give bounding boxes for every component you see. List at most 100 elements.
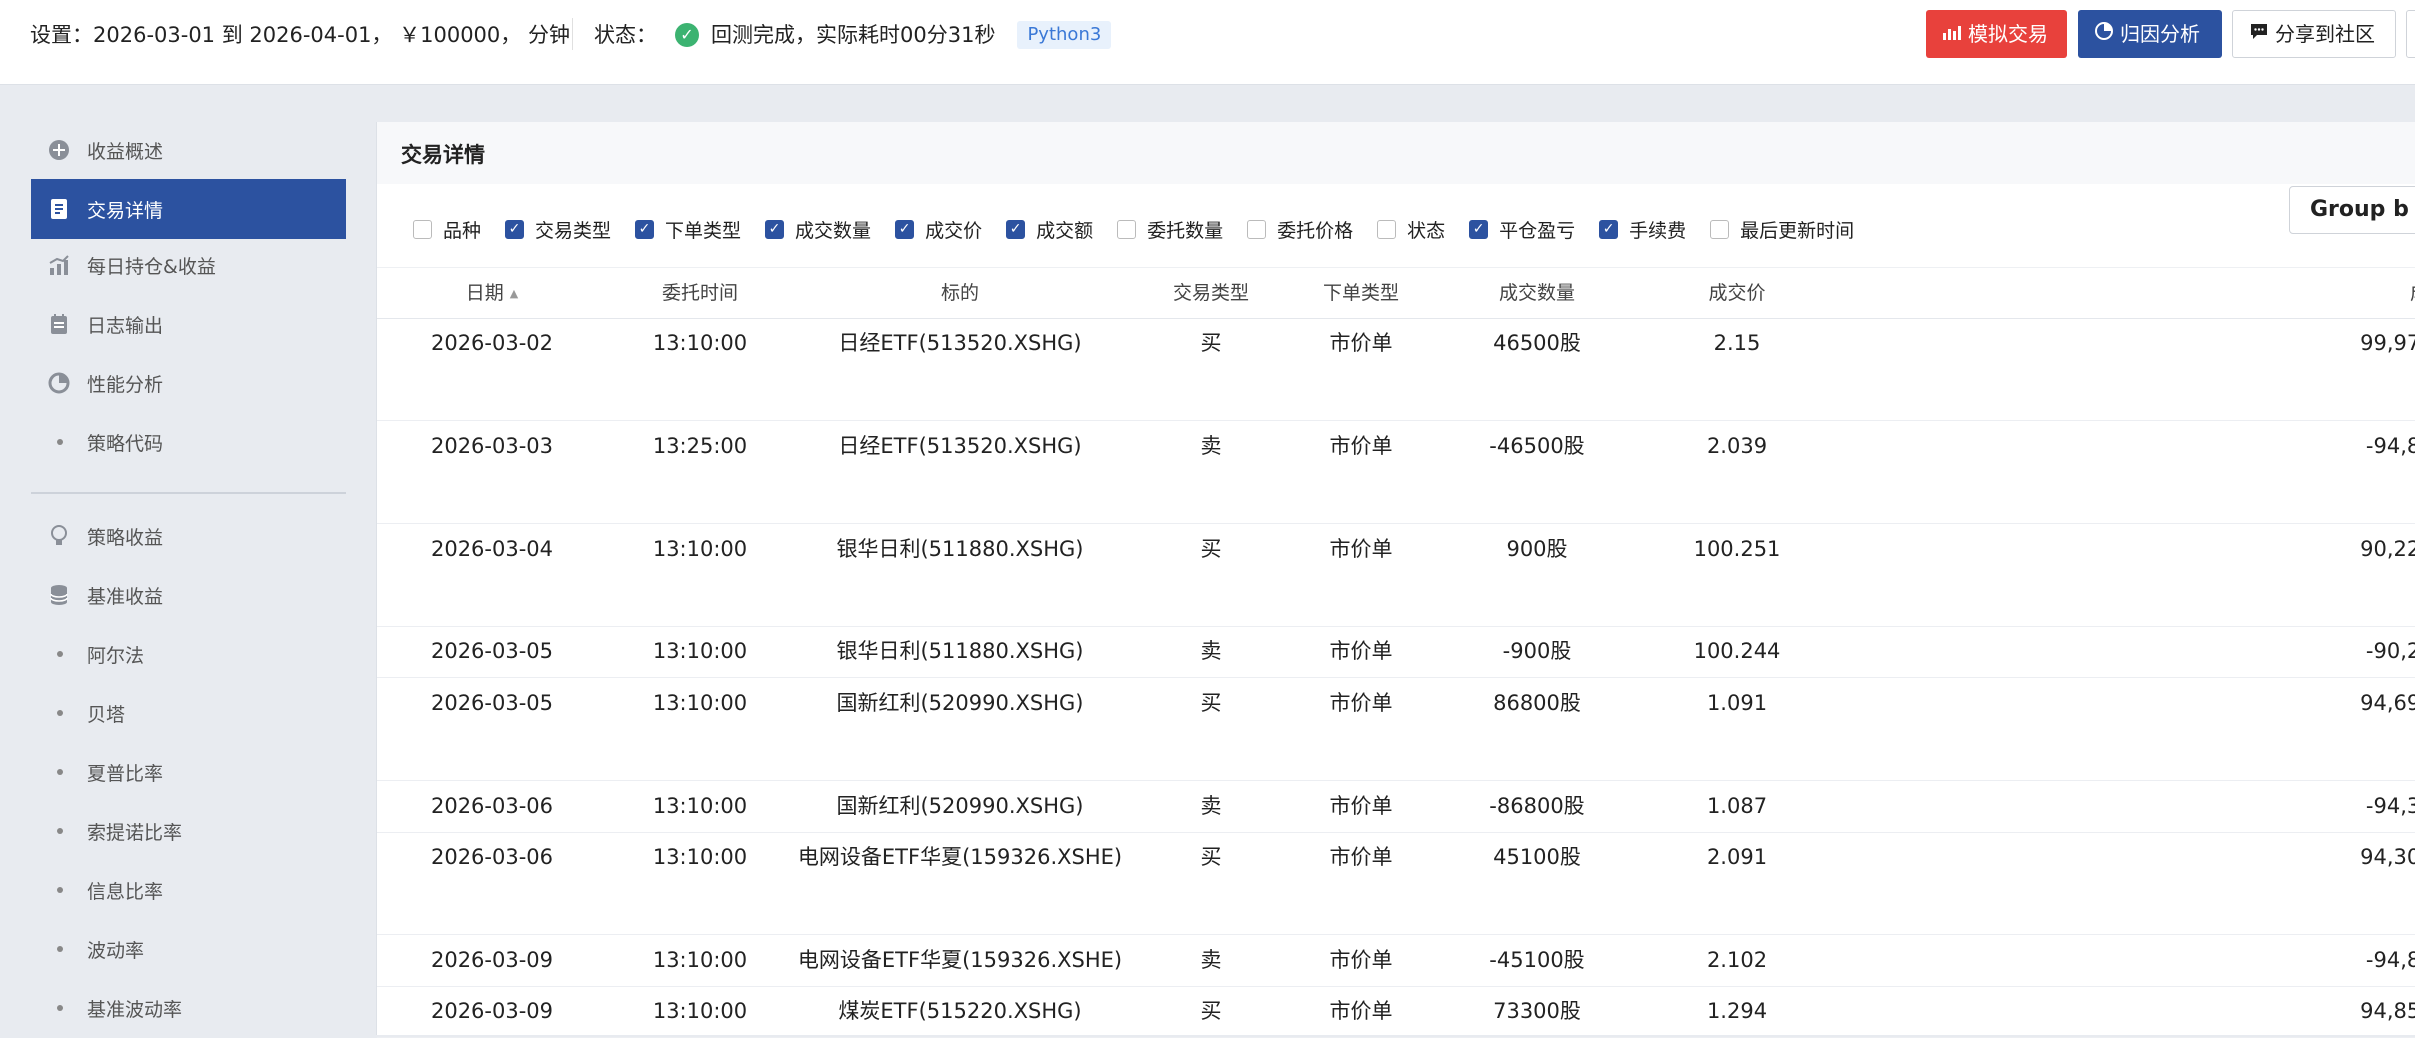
cell-order-type: 市价单 — [1329, 331, 1393, 355]
filter-label: 品种 — [443, 219, 482, 242]
filter-checkbox[interactable]: 品种 — [413, 216, 481, 243]
trade-details-panel: 交易详情 Group b 品种 ✓ 交易类型 ✓ 下单类型 ✓ 成交数量 ✓ 成交价 ✓ 成交额 委托… — [376, 122, 2415, 1038]
group-by-button[interactable]: Group b — [2289, 186, 2415, 234]
filter-checkbox[interactable]: 最后更新时间 — [1710, 216, 1854, 243]
bullet-icon — [57, 651, 63, 657]
column-header-symbol[interactable]: 标的 — [793, 268, 1127, 318]
table-row[interactable]: 2026-03-06 13:10:00 国新红利(520990.XSHG) 卖 市价单 -… — [377, 781, 2415, 833]
table-row[interactable]: 2026-03-09 13:10:00 煤炭ETF(515220.XSHG) 买 市价单… — [377, 986, 2415, 1038]
sidebar-item-strategy-return[interactable]: 策略收益 — [31, 506, 346, 566]
bullet-icon — [57, 439, 63, 445]
checkbox-checked-icon[interactable]: ✓ — [1469, 219, 1489, 239]
cell-trade-type: 买 — [1200, 331, 1222, 355]
filter-checkbox[interactable]: ✓ 成交额 — [1006, 216, 1093, 243]
filter-label: 平仓盈亏 — [1499, 219, 1576, 242]
checkbox-checked-icon[interactable]: ✓ — [1006, 219, 1026, 239]
table-row[interactable]: 2026-03-09 13:10:00 电网设备ETF华夏(159326.XSHE)… — [377, 935, 2415, 987]
cell-order-type: 市价单 — [1329, 639, 1393, 664]
column-header-trade-type[interactable]: 交易类型 — [1127, 268, 1295, 318]
simulate-trade-button[interactable]: 模拟交易 — [1926, 10, 2067, 58]
sidebar-item-information-ratio[interactable]: 信息比率 — [31, 860, 346, 920]
checkbox-unchecked-icon[interactable] — [1377, 219, 1397, 239]
filter-checkbox[interactable]: ✓ 成交数量 — [765, 216, 871, 243]
sidebar-divider — [31, 492, 346, 494]
cell-trade-type: 买 — [1200, 536, 1222, 561]
cell-time: 13:25:00 — [652, 433, 748, 458]
cell-trade-type: 卖 — [1200, 639, 1222, 664]
checkbox-checked-icon[interactable]: ✓ — [765, 219, 785, 239]
table-row[interactable]: 2026-03-04 13:10:00 银华日利(511880.XSHG) 买 市价单 9… — [377, 524, 2415, 576]
table-row[interactable]: 2026-03-03 13:25:00 日经ETF(513520.XSHG) 卖 市价单… — [377, 421, 2415, 473]
sidebar-item-return-overview[interactable]: 收益概述 — [31, 120, 346, 180]
sidebar-item-alpha[interactable]: 阿尔法 — [31, 624, 346, 684]
sidebar-item-strategy-code[interactable]: 策略代码 — [31, 412, 346, 472]
checkbox-unchecked-icon[interactable] — [413, 219, 432, 239]
sidebar-item-label: 每日持仓&收益 — [87, 255, 216, 278]
checkbox-unchecked-icon[interactable] — [1247, 219, 1267, 239]
filter-checkbox[interactable]: 委托价格 — [1247, 216, 1353, 243]
column-header-time[interactable]: 委托时间 — [607, 268, 793, 318]
cell-symbol: 银华日利(511880.XSHG) — [836, 536, 1084, 561]
cell-price: 100.244 — [1693, 639, 1781, 664]
sidebar-item-sortino[interactable]: 索提诺比率 — [31, 801, 346, 861]
bullet-icon — [57, 769, 63, 775]
column-header-date[interactable]: 日期 ▲ — [377, 268, 607, 318]
more-button[interactable] — [2406, 10, 2415, 58]
checkbox-unchecked-icon[interactable] — [1117, 219, 1137, 239]
filter-label: 委托价格 — [1277, 219, 1354, 242]
checkbox-checked-icon[interactable]: ✓ — [635, 219, 655, 239]
sidebar-item-beta[interactable]: 贝塔 — [31, 683, 346, 743]
checkbox-checked-icon[interactable]: ✓ — [505, 219, 525, 239]
checkbox-checked-icon[interactable]: ✓ — [895, 219, 915, 239]
cell-time: 13:10:00 — [652, 845, 748, 869]
filter-checkbox[interactable]: ✓ 平仓盈亏 — [1469, 216, 1575, 243]
sidebar-item-sharpe[interactable]: 夏普比率 — [31, 742, 346, 802]
table-row[interactable]: 2026-03-05 13:10:00 国新红利(520990.XSHG) 买 市价单 8… — [377, 678, 2415, 730]
backtest-status: 状态： ✓ 回测完成，实际耗时00分31秒 Python3 — [594, 21, 1112, 49]
cell-time: 13:10:00 — [652, 690, 748, 715]
bullet-icon — [57, 946, 63, 952]
sidebar-item-label: 日志输出 — [87, 314, 164, 337]
column-header-price[interactable]: 成交价 — [1647, 268, 1827, 318]
cell-quantity: 45100股 — [1493, 845, 1581, 869]
filter-label: 最后更新时间 — [1740, 219, 1855, 242]
filter-checkbox[interactable]: ✓ 交易类型 — [505, 216, 611, 243]
sidebar-item-volatility[interactable]: 波动率 — [31, 919, 346, 979]
sidebar-item-label: 波动率 — [87, 939, 145, 962]
column-filters: 品种 ✓ 交易类型 ✓ 下单类型 ✓ 成交数量 ✓ 成交价 ✓ 成交额 委托数量 委托价格 状态 ✓ 平仓盈亏… — [413, 214, 1878, 244]
filter-label: 下单类型 — [665, 219, 742, 242]
filter-checkbox[interactable]: ✓ 下单类型 — [635, 216, 741, 243]
sidebar-item-benchmark-volatility[interactable]: 基准波动率 — [31, 978, 346, 1038]
filter-checkbox[interactable]: ✓ 手续费 — [1599, 216, 1686, 243]
attribution-analysis-button[interactable]: 归因分析 — [2078, 10, 2222, 58]
bullet-icon — [57, 828, 63, 834]
filter-checkbox[interactable]: 状态 — [1377, 216, 1445, 243]
checkbox-unchecked-icon[interactable] — [1710, 219, 1730, 239]
table-row[interactable]: 2026-03-05 13:10:00 银华日利(511880.XSHG) 卖 市价单 -… — [377, 626, 2415, 679]
sidebar-item-trade-details[interactable]: 交易详情 — [31, 179, 346, 239]
table-row-spacer — [377, 575, 2415, 627]
cell-date: 2026-03-04 — [430, 536, 554, 561]
cell-symbol: 国新红利(520990.XSHG) — [836, 690, 1084, 715]
column-header-amount[interactable]: 成交额 — [1827, 268, 2415, 318]
table-row[interactable]: 2026-03-06 13:10:00 电网设备ETF华夏(159326.XSHE)… — [377, 832, 2415, 884]
checkbox-checked-icon[interactable]: ✓ — [1599, 219, 1619, 239]
filter-checkbox[interactable]: 委托数量 — [1117, 216, 1223, 243]
column-header-quantity[interactable]: 成交数量 — [1427, 268, 1647, 318]
cell-date: 2026-03-09 — [430, 999, 554, 1024]
sidebar-item-benchmark-return[interactable]: 基准收益 — [31, 565, 346, 625]
filter-checkbox[interactable]: ✓ 成交价 — [895, 216, 982, 243]
share-community-label: 分享到社区 — [2275, 22, 2375, 46]
sidebar-item-log-output[interactable]: 日志输出 — [31, 294, 346, 354]
column-header-order-type[interactable]: 下单类型 — [1295, 268, 1427, 318]
cell-quantity: -86800股 — [1489, 793, 1585, 818]
sidebar-item-performance[interactable]: 性能分析 — [31, 353, 346, 413]
lightbulb-icon — [48, 525, 70, 547]
sidebar-item-daily-positions[interactable]: 每日持仓&收益 — [31, 235, 346, 295]
table-row[interactable]: 2026-03-02 13:10:00 日经ETF(513520.XSHG) 买 市价单… — [377, 318, 2415, 370]
cell-order-type: 市价单 — [1329, 947, 1393, 972]
cell-amount: 90,225.90 — [2360, 536, 2415, 561]
sort-icon[interactable]: ▲ — [510, 287, 518, 300]
column-header-label: 日期 — [465, 282, 504, 304]
share-community-button[interactable]: 分享到社区 — [2232, 10, 2396, 58]
